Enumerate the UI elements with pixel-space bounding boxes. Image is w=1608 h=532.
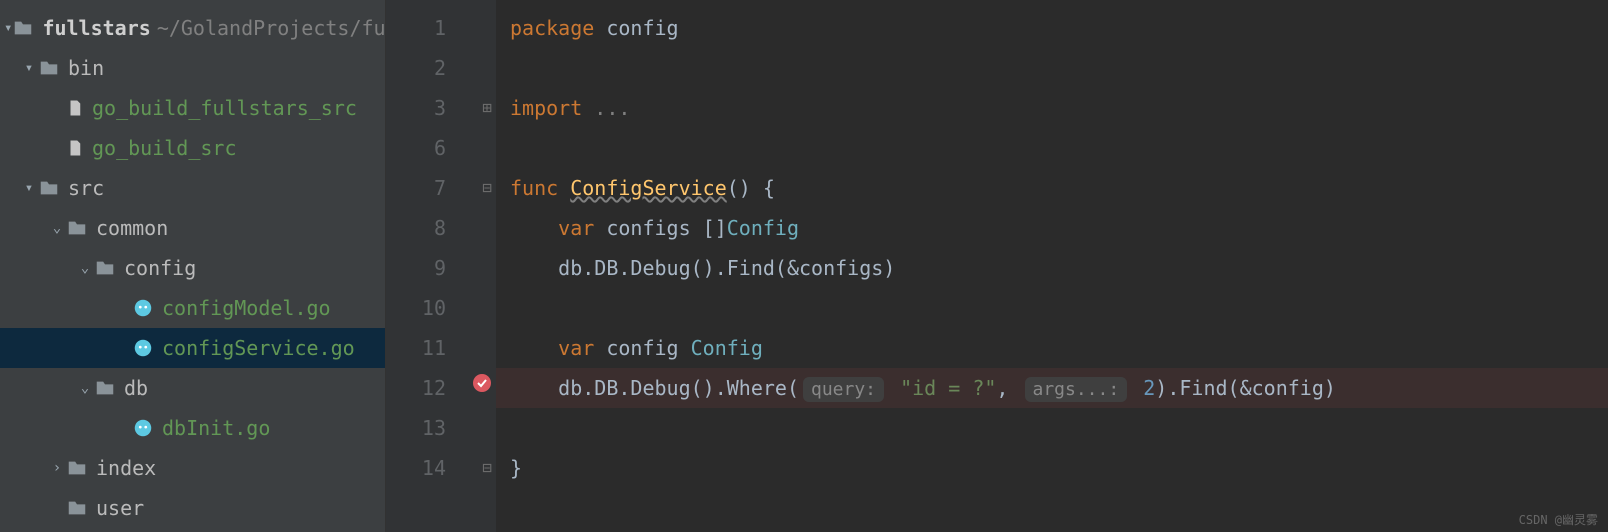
line-number: 1 [386,8,496,48]
line-number: 8 [386,208,496,248]
code-line [496,408,1608,448]
line-number: 9 [386,248,496,288]
tree-item-config[interactable]: ⌄ config [0,248,385,288]
line-gutter: 1 2 3⊞ 6 7⊟ 8 9 10 11 12 13 14⊟ [386,0,496,532]
tree-label: index [96,456,156,480]
line-number: 3⊞ [386,88,496,128]
inlay-hint: args...: [1025,377,1128,402]
code-line: db.DB.Debug().Find(&configs) [496,248,1608,288]
folder-icon [38,177,60,199]
chevron-down-icon: ⌄ [76,260,94,276]
code-editor[interactable]: 1 2 3⊞ 6 7⊟ 8 9 10 11 12 13 14⊟ package … [386,0,1608,532]
chevron-down-icon: ⌄ [76,380,94,396]
root-path: ~/GolandProjects/ful [157,16,398,40]
line-number: 7⊟ [386,168,496,208]
inlay-hint: query: [803,377,884,402]
tree-label: user [96,496,144,520]
line-number: 6 [386,128,496,168]
line-number: 2 [386,48,496,88]
code-line: func ConfigService() { [496,168,1608,208]
fold-close-icon[interactable]: ⊟ [482,448,492,488]
tree-label: configService.go [162,336,355,360]
fold-collapsed-icon[interactable]: ⊞ [482,88,492,128]
tree-label: bin [68,56,104,80]
tree-label: db [124,376,148,400]
file-icon [66,97,84,119]
line-number: 10 [386,288,496,328]
tree-item-user[interactable]: user [0,488,385,528]
tree-item-file[interactable]: go_build_fullstars_src [0,88,385,128]
tree-item-index[interactable]: › index [0,448,385,488]
go-file-icon [132,417,154,439]
folder-icon [66,217,88,239]
project-tree: ▾ fullstars ~/GolandProjects/ful ▾ bin g… [0,0,386,532]
root-name: fullstars [42,16,150,40]
folder-icon [94,377,116,399]
tree-item-go-file[interactable]: configModel.go [0,288,385,328]
tree-item-file[interactable]: go_build_src [0,128,385,168]
breakpoint-icon[interactable] [472,368,492,408]
chevron-down-icon: ▾ [20,180,38,196]
tree-label: dbInit.go [162,416,270,440]
go-file-icon [132,337,154,359]
folder-icon [66,457,88,479]
code-area[interactable]: package config import ... func ConfigSer… [496,0,1608,532]
folder-icon [38,57,60,79]
tree-item-common[interactable]: ⌄ common [0,208,385,248]
code-line: var config Config [496,328,1608,368]
chevron-down-icon: ▾ [20,60,38,76]
tree-label: src [68,176,104,200]
fold-open-icon[interactable]: ⊟ [482,168,492,208]
code-line: } [496,448,1608,488]
chevron-right-icon: › [48,460,66,476]
tree-label: configModel.go [162,296,331,320]
tree-item-go-file[interactable]: dbInit.go [0,408,385,448]
tree-root[interactable]: ▾ fullstars ~/GolandProjects/ful [0,8,385,48]
line-number: 11 [386,328,496,368]
chevron-down-icon: ⌄ [48,220,66,236]
code-line [496,288,1608,328]
go-file-icon [132,297,154,319]
code-line [496,48,1608,88]
file-icon [66,137,84,159]
folder-icon [94,257,116,279]
tree-label: config [124,256,196,280]
tree-label: go_build_fullstars_src [92,96,357,120]
watermark: CSDN @幽灵雾 [1519,511,1598,528]
tree-item-db[interactable]: ⌄ db [0,368,385,408]
line-number: 14⊟ [386,448,496,488]
chevron-down-icon: ▾ [4,20,12,36]
code-line [496,128,1608,168]
line-number: 13 [386,408,496,448]
tree-item-go-file-selected[interactable]: configService.go [0,328,385,368]
folder-icon [12,17,34,39]
tree-item-src[interactable]: ▾ src [0,168,385,208]
tree-label: common [96,216,168,240]
line-number: 12 [386,368,496,408]
tree-label: go_build_src [92,136,237,160]
code-line: import ... [496,88,1608,128]
code-line-breakpoint: db.DB.Debug().Where(query: "id = ?", arg… [496,368,1608,408]
folder-icon [66,497,88,519]
code-line: package config [496,8,1608,48]
code-line: var configs []Config [496,208,1608,248]
tree-item-bin[interactable]: ▾ bin [0,48,385,88]
